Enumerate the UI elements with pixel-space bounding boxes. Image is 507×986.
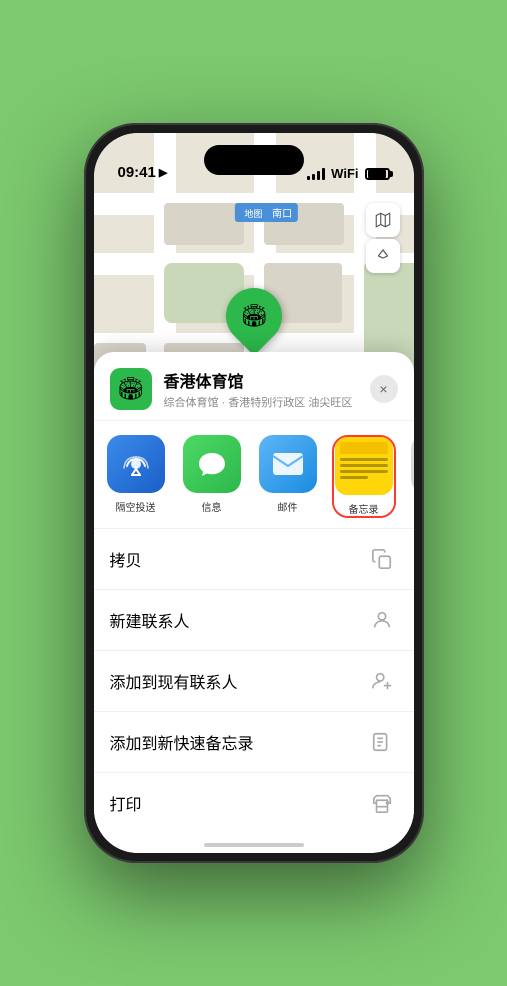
phone-screen: 09:41 ▶ WiFi (94, 133, 414, 853)
share-item-messages[interactable]: 信息 (180, 435, 244, 518)
status-time: 09:41 ▶ (118, 164, 168, 181)
mail-label: 邮件 (278, 499, 298, 514)
action-new-contact-label: 新建联系人 (110, 608, 190, 632)
share-item-mail[interactable]: 邮件 (256, 435, 320, 518)
notes-icon (335, 437, 393, 495)
share-item-more[interactable]: 提 (408, 435, 414, 518)
battery-icon (365, 168, 390, 180)
location-arrow-icon: ▶ (159, 166, 167, 179)
messages-icon (183, 435, 241, 493)
messages-label: 信息 (202, 499, 222, 514)
action-list: 拷贝 新建联系人 (94, 529, 414, 853)
venue-name: 香港体育馆 (164, 368, 370, 392)
map-label-text: 南口 (272, 209, 292, 220)
venue-header: 🏟 香港体育馆 综合体育馆 · 香港特别行政区 油尖旺区 × (94, 352, 414, 421)
signal-icon (307, 168, 325, 180)
share-item-airdrop[interactable]: 隔空投送 (104, 435, 168, 518)
bottom-sheet: 🏟 香港体育馆 综合体育馆 · 香港特别行政区 油尖旺区 × (94, 352, 414, 853)
wifi-icon: WiFi (331, 166, 358, 181)
home-indicator (204, 843, 304, 847)
action-quick-note[interactable]: 添加到新快速备忘录 (94, 712, 414, 773)
person-icon (366, 604, 398, 636)
status-icons: WiFi (307, 166, 389, 181)
action-print-label: 打印 (110, 791, 142, 815)
airdrop-label: 隔空投送 (116, 499, 156, 514)
note-icon (366, 726, 398, 758)
time-display: 09:41 (118, 164, 156, 181)
map-controls (366, 203, 400, 273)
map-type-button[interactable] (366, 203, 400, 237)
map-label: 地图 南口 (234, 203, 298, 222)
action-print[interactable]: 打印 (94, 773, 414, 833)
venue-info: 香港体育馆 综合体育馆 · 香港特别行政区 油尖旺区 (164, 368, 370, 410)
print-icon (366, 787, 398, 819)
close-button[interactable]: × (370, 375, 398, 403)
notes-label: 备忘录 (349, 501, 379, 516)
phone-frame: 09:41 ▶ WiFi (84, 123, 424, 863)
share-row: 隔空投送 信息 (94, 421, 414, 529)
airdrop-icon (107, 435, 165, 493)
more-icon (411, 435, 414, 493)
action-quick-note-label: 添加到新快速备忘录 (110, 730, 254, 754)
pin-circle: 🏟 (214, 276, 293, 355)
share-item-notes[interactable]: 备忘录 (332, 435, 396, 518)
pin-emoji: 🏟 (240, 303, 268, 329)
action-add-contact-label: 添加到现有联系人 (110, 669, 238, 693)
venue-subtitle: 综合体育馆 · 香港特别行政区 油尖旺区 (164, 394, 370, 410)
location-button[interactable] (366, 239, 400, 273)
copy-icon (366, 543, 398, 575)
action-add-contact[interactable]: 添加到现有联系人 (94, 651, 414, 712)
mail-icon (259, 435, 317, 493)
venue-icon: 🏟 (110, 368, 152, 410)
person-add-icon (366, 665, 398, 697)
action-copy[interactable]: 拷贝 (94, 529, 414, 590)
action-copy-label: 拷贝 (110, 547, 142, 571)
dynamic-island (204, 145, 304, 175)
action-new-contact[interactable]: 新建联系人 (94, 590, 414, 651)
